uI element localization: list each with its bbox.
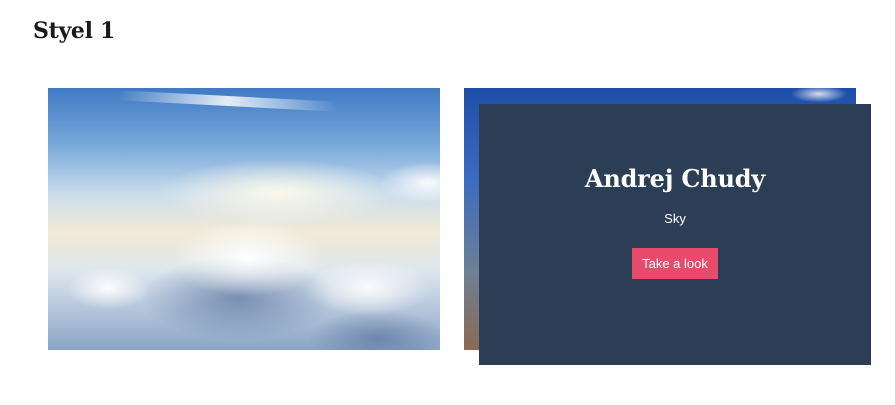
take-a-look-button[interactable]: Take a look — [632, 248, 718, 279]
gallery-card-sky[interactable] — [48, 88, 440, 350]
section-title: Styel 1 — [33, 18, 116, 44]
hover-overlay-panel: Andrej Chudy Sky Take a look — [479, 104, 871, 365]
sky-clouds-image — [48, 88, 440, 350]
overlay-subtitle: Sky — [664, 211, 686, 226]
overlay-title: Andrej Chudy — [584, 164, 766, 193]
